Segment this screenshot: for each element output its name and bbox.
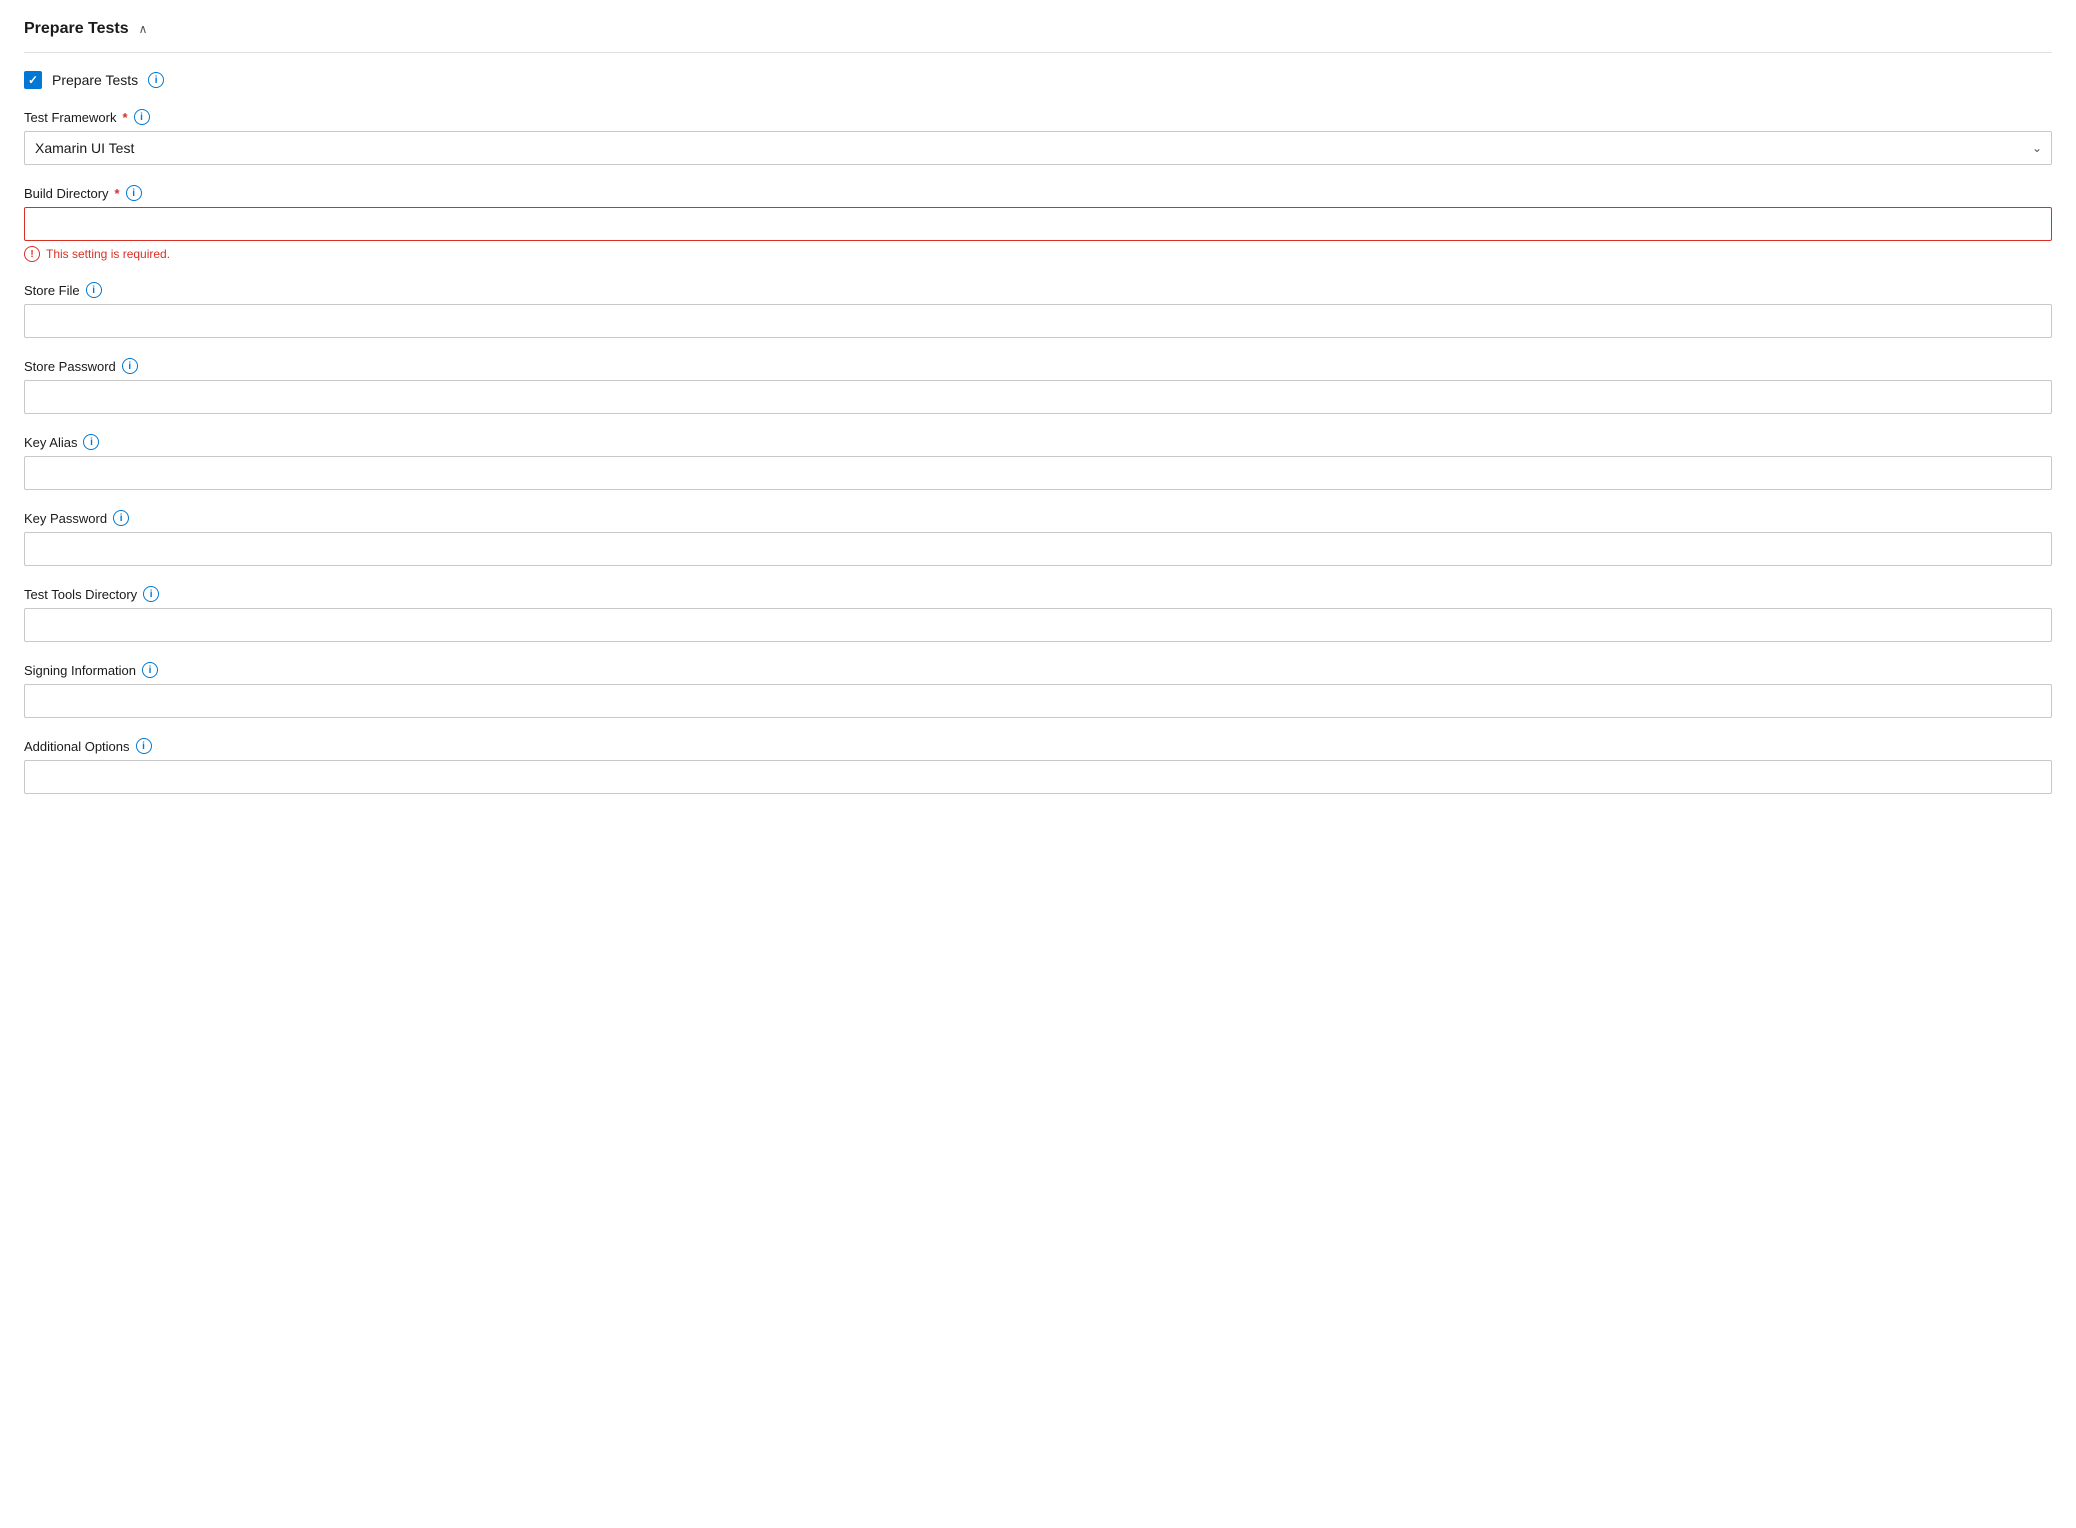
key-alias-info-icon[interactable]: i bbox=[83, 434, 99, 450]
build-directory-error-icon: ! bbox=[24, 246, 40, 262]
build-directory-required: * bbox=[115, 186, 120, 201]
additional-options-info-icon[interactable]: i bbox=[136, 738, 152, 754]
signing-information-info-icon[interactable]: i bbox=[142, 662, 158, 678]
store-file-info-icon[interactable]: i bbox=[86, 282, 102, 298]
chevron-up-icon[interactable]: ∧ bbox=[139, 22, 148, 36]
key-alias-label-text: Key Alias bbox=[24, 435, 77, 450]
section-header: Prepare Tests ∧ bbox=[24, 20, 2052, 53]
additional-options-label-text: Additional Options bbox=[24, 739, 130, 754]
build-directory-error-text: This setting is required. bbox=[46, 247, 170, 261]
store-password-label: Store Password i bbox=[24, 358, 2052, 374]
test-tools-directory-label-text: Test Tools Directory bbox=[24, 587, 137, 602]
store-password-label-text: Store Password bbox=[24, 359, 116, 374]
key-alias-label: Key Alias i bbox=[24, 434, 2052, 450]
signing-information-input[interactable] bbox=[24, 684, 2052, 718]
test-tools-directory-input[interactable] bbox=[24, 608, 2052, 642]
checkbox-info-icon[interactable]: i bbox=[148, 72, 164, 88]
key-alias-input[interactable] bbox=[24, 456, 2052, 490]
section-title: Prepare Tests bbox=[24, 20, 129, 38]
test-tools-directory-label: Test Tools Directory i bbox=[24, 586, 2052, 602]
store-password-input[interactable] bbox=[24, 380, 2052, 414]
test-framework-label-text: Test Framework bbox=[24, 110, 116, 125]
additional-options-input[interactable] bbox=[24, 760, 2052, 794]
checkbox-label: Prepare Tests bbox=[52, 72, 138, 88]
checkbox-row: Prepare Tests i bbox=[24, 71, 2052, 89]
signing-information-label: Signing Information i bbox=[24, 662, 2052, 678]
store-password-info-icon[interactable]: i bbox=[122, 358, 138, 374]
build-directory-label: Build Directory * i bbox=[24, 185, 2052, 201]
store-file-input[interactable] bbox=[24, 304, 2052, 338]
test-tools-directory-info-icon[interactable]: i bbox=[143, 586, 159, 602]
signing-information-group: Signing Information i bbox=[24, 662, 2052, 718]
build-directory-group: Build Directory * i ! This setting is re… bbox=[24, 185, 2052, 262]
key-password-info-icon[interactable]: i bbox=[113, 510, 129, 526]
prepare-tests-checkbox[interactable] bbox=[24, 71, 42, 89]
test-framework-select[interactable]: Xamarin UI Test Appium Espresso XCUITest bbox=[24, 131, 2052, 165]
build-directory-label-text: Build Directory bbox=[24, 186, 109, 201]
test-framework-group: Test Framework * i Xamarin UI Test Appiu… bbox=[24, 109, 2052, 165]
key-password-label: Key Password i bbox=[24, 510, 2052, 526]
additional-options-group: Additional Options i bbox=[24, 738, 2052, 794]
key-password-label-text: Key Password bbox=[24, 511, 107, 526]
store-file-label-text: Store File bbox=[24, 283, 80, 298]
key-alias-group: Key Alias i bbox=[24, 434, 2052, 490]
build-directory-error: ! This setting is required. bbox=[24, 246, 2052, 262]
test-tools-directory-group: Test Tools Directory i bbox=[24, 586, 2052, 642]
store-file-group: Store File i bbox=[24, 282, 2052, 338]
test-framework-info-icon[interactable]: i bbox=[134, 109, 150, 125]
key-password-group: Key Password i bbox=[24, 510, 2052, 566]
test-framework-select-wrapper: Xamarin UI Test Appium Espresso XCUITest… bbox=[24, 131, 2052, 165]
test-framework-label: Test Framework * i bbox=[24, 109, 2052, 125]
signing-information-label-text: Signing Information bbox=[24, 663, 136, 678]
store-password-group: Store Password i bbox=[24, 358, 2052, 414]
key-password-input[interactable] bbox=[24, 532, 2052, 566]
build-directory-info-icon[interactable]: i bbox=[126, 185, 142, 201]
test-framework-required: * bbox=[122, 110, 127, 125]
store-file-label: Store File i bbox=[24, 282, 2052, 298]
additional-options-label: Additional Options i bbox=[24, 738, 2052, 754]
build-directory-input[interactable] bbox=[24, 207, 2052, 241]
